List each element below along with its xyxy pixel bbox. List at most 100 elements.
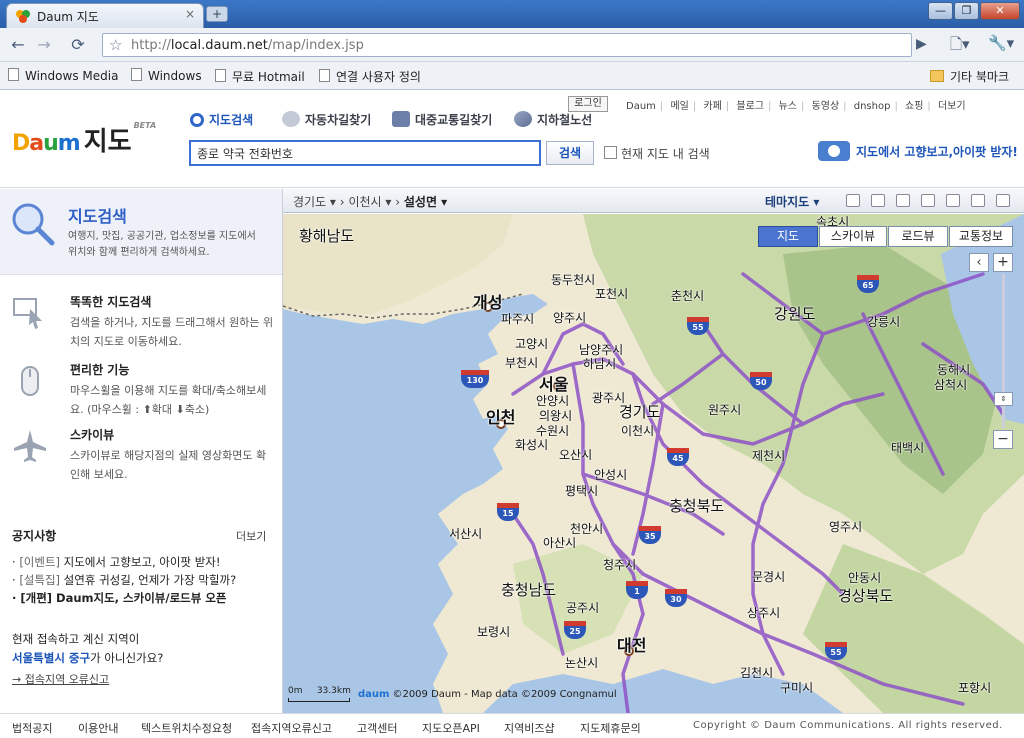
region-error-report-link[interactable]: → 접속지역 오류신고 xyxy=(12,671,109,687)
theme-map-dropdown[interactable]: 테마지도 ▾ xyxy=(765,193,819,210)
maptype-skyview[interactable]: 스카이뷰 xyxy=(819,226,887,247)
map-label: 개성 xyxy=(473,293,503,312)
maptype-roadview[interactable]: 로드뷰 xyxy=(888,226,948,247)
footer-link[interactable]: 이용안내 xyxy=(78,720,118,736)
tab-car-route[interactable]: 자동차길찾기 xyxy=(282,111,371,128)
subway-icon xyxy=(514,111,532,127)
gnb-link[interactable]: 동영상 xyxy=(812,101,840,112)
refresh-icon[interactable] xyxy=(996,194,1010,207)
highway-shield: 25 xyxy=(564,621,586,639)
breadcrumb-town[interactable]: 설성면 ▾ xyxy=(404,195,447,209)
maptype-map[interactable]: 지도 xyxy=(758,226,818,247)
pan-left-button[interactable]: ‹ xyxy=(969,253,989,272)
map-label: 서산시 xyxy=(449,527,483,541)
gnb-link[interactable]: dnshop xyxy=(854,101,891,112)
notice-more-link[interactable]: 더보기 xyxy=(236,528,266,544)
page-menu-icon[interactable]: 🗋▾ xyxy=(950,34,970,59)
camera-icon xyxy=(818,141,850,161)
zoom-slider[interactable]: ⇕ xyxy=(994,274,1013,428)
highway-shield: 55 xyxy=(687,317,709,335)
back-icon[interactable]: ← xyxy=(6,34,30,56)
map-label: 충청남도 xyxy=(501,581,557,599)
notice-title: 공지사항 xyxy=(12,529,57,543)
footer-link[interactable]: 고객센터 xyxy=(357,720,397,736)
new-tab-button[interactable]: + xyxy=(206,6,228,22)
bookmark-item[interactable]: 연결 사용자 정의 xyxy=(319,68,421,85)
ruler-icon[interactable] xyxy=(946,194,960,207)
fullscreen-icon[interactable] xyxy=(971,194,985,207)
footer-link[interactable]: 텍스트위치수정요청 xyxy=(141,720,232,736)
footer-link[interactable]: 지역비즈샵 xyxy=(504,720,555,736)
forward-icon[interactable]: → xyxy=(32,34,56,56)
map-label: 안성시 xyxy=(594,468,628,482)
reload-icon[interactable]: ⟳ xyxy=(66,34,90,56)
footer-link[interactable]: 지도오픈API xyxy=(422,720,480,736)
notice-item[interactable]: · [설특집] 설연휴 귀성길, 언제가 가장 막힐까? xyxy=(12,572,236,588)
other-bookmarks-folder[interactable]: 기타 북마크 xyxy=(930,68,1009,85)
zoom-out-button[interactable]: − xyxy=(993,430,1013,449)
browser-tab[interactable]: Daum 지도 × xyxy=(6,3,204,28)
gnb-link[interactable]: 카페 xyxy=(703,101,721,112)
footer-link[interactable]: 접속지역오류신고 xyxy=(251,720,332,736)
sidebar-hero: 지도검색 여행지, 맛집, 공공기관, 업소정보를 지도에서 위치와 함께 편리… xyxy=(0,189,282,275)
map-label: 아산시 xyxy=(543,536,577,550)
maptype-traffic[interactable]: 교통정보 xyxy=(949,226,1013,247)
magnifier-icon xyxy=(12,203,55,246)
zoom-slider-thumb[interactable]: ⇕ xyxy=(994,392,1013,406)
map-label: 오산시 xyxy=(559,448,593,462)
daum-map-logo[interactable]: Daum 지도BETA xyxy=(12,121,156,158)
mail-icon[interactable] xyxy=(896,194,910,207)
bookmark-star-icon[interactable]: ☆ xyxy=(109,36,122,54)
footer-link[interactable]: 법적공지 xyxy=(12,720,52,736)
car-route-icon xyxy=(282,111,300,127)
gnb-link[interactable]: 블로그 xyxy=(736,101,764,112)
map-label: 공주시 xyxy=(566,601,600,615)
notice-item[interactable]: · [이벤트] 지도에서 고향보고, 아이팟 받자! xyxy=(12,554,220,570)
minimize-button[interactable]: — xyxy=(928,2,953,20)
gnb-link[interactable]: 뉴스 xyxy=(779,101,797,112)
zoom-in-button[interactable]: + xyxy=(993,253,1013,272)
breadcrumb-province[interactable]: 경기도 ▾ xyxy=(293,195,336,209)
search-in-map-checkbox[interactable] xyxy=(604,146,617,159)
tab-close-icon[interactable]: × xyxy=(185,7,195,21)
map-label: 논산시 xyxy=(565,656,599,670)
footer-link[interactable]: 지도제휴문의 xyxy=(580,720,641,736)
map-label: 충청북도 xyxy=(669,497,725,515)
print-icon[interactable] xyxy=(921,194,935,207)
map-label: 강릉시 xyxy=(867,315,901,329)
bookmark-item[interactable]: Windows Media xyxy=(8,68,118,83)
gnb-link[interactable]: 메일 xyxy=(670,101,688,112)
map-label: 태백시 xyxy=(891,441,925,455)
maximize-button[interactable]: ❐ xyxy=(954,2,979,20)
map-breadcrumb: 경기도 ▾ › 이천시 ▾ › 설성면 ▾ xyxy=(293,195,448,209)
breadcrumb-city[interactable]: 이천시 ▾ xyxy=(348,195,391,209)
map-label: 영주시 xyxy=(829,520,863,534)
map-label: 포항시 xyxy=(958,681,992,695)
tab-subway-map[interactable]: 지하철노선 xyxy=(514,111,592,128)
map-label: 보령시 xyxy=(477,625,511,639)
close-window-button[interactable]: ✕ xyxy=(980,2,1020,20)
search-input[interactable] xyxy=(189,140,541,166)
tab-map-search[interactable]: 지도검색 xyxy=(190,111,253,128)
region-name[interactable]: 서울특별시 중구 xyxy=(12,651,90,665)
highway-shield: 130 xyxy=(461,370,489,388)
map-canvas[interactable] xyxy=(283,214,1024,713)
go-icon[interactable]: ▶ xyxy=(916,36,927,52)
gnb-link[interactable]: 쇼핑 xyxy=(905,101,923,112)
address-bar[interactable]: ☆ http://local.daum.net/map/index.jsp xyxy=(102,33,912,57)
save-icon[interactable] xyxy=(871,194,885,207)
highway-shield: 1 xyxy=(626,581,648,599)
bookmark-item[interactable]: Windows xyxy=(131,68,202,83)
tab-transit-route[interactable]: 대중교통길찾기 xyxy=(392,111,492,128)
gnb-link[interactable]: Daum xyxy=(626,101,656,112)
login-button[interactable]: 로그인 xyxy=(568,96,608,112)
bookmark-item[interactable]: 무료 Hotmail xyxy=(215,68,305,85)
gnb-link[interactable]: 더보기 xyxy=(938,101,966,112)
notice-item[interactable]: · [개편] Daum지도, 스카이뷰/로드뷰 오픈 xyxy=(12,590,226,606)
wrench-menu-icon[interactable]: 🔧▾ xyxy=(988,34,1014,52)
region-question: 현재 접속하고 계신 지역이 xyxy=(12,632,140,646)
download-icon[interactable] xyxy=(846,194,860,207)
search-button[interactable]: 검색 xyxy=(546,141,594,165)
sidebar-hero-title: 지도검색 xyxy=(68,207,127,226)
promo-banner[interactable]: 지도에서 고향보고,아이팟 받자! xyxy=(818,141,1018,161)
